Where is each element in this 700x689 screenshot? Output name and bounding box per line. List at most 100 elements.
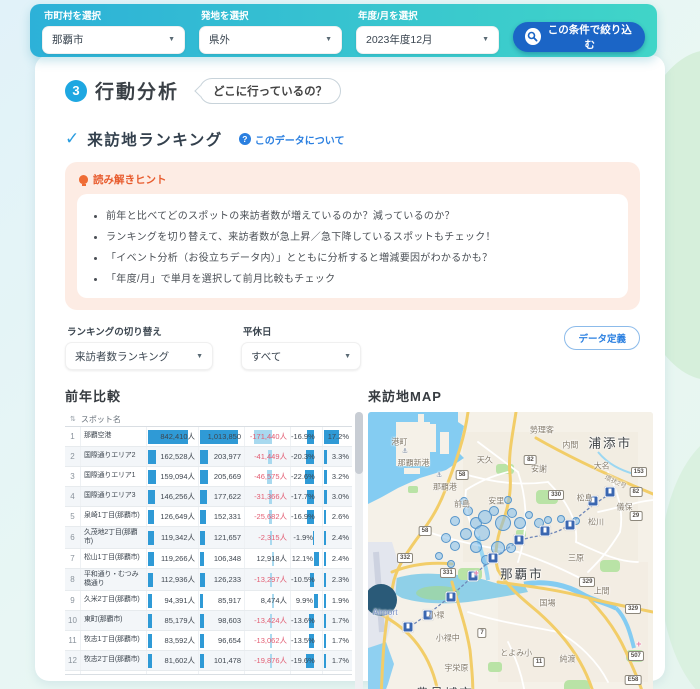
- decorative-blob: [660, 430, 700, 689]
- table-row[interactable]: 12牧志2丁目(那覇市)81,602人101,478-19,876人-19.6%…: [65, 651, 352, 671]
- monorail-station-icon: [514, 535, 525, 546]
- rank-cell: 7: [65, 549, 80, 568]
- road-shield: 507: [628, 651, 644, 661]
- pct-cell: -17.7%: [290, 487, 322, 506]
- check-icon: ✓: [65, 129, 79, 149]
- table-row[interactable]: 6久茂地2丁目(那覇市)119,342人121,657-2,315人-1.9%2…: [65, 527, 352, 549]
- filter-submit-button[interactable]: この条件で絞り込む: [513, 22, 645, 52]
- table-row[interactable]: 3国際通りエリア1159,094人205,669-46,575人-22.6%3.…: [65, 467, 352, 487]
- diff-cell: -19,876人: [244, 651, 290, 670]
- pct-cell: 9.9%: [290, 591, 322, 610]
- table-row[interactable]: 10東町(那覇市)85,179人98,603-13,424人-13.6%1.7%: [65, 611, 352, 631]
- table-row[interactable]: 4国際通りエリア3146,256人177,622-31,366人-17.7%3.…: [65, 487, 352, 507]
- road-shield: 332: [397, 553, 413, 563]
- day-type-select[interactable]: すべて ▼: [241, 342, 361, 370]
- municipality-select[interactable]: 那覇市 ▼: [42, 26, 185, 54]
- table-row[interactable]: 8平和通り・むつみ橋通り112,936人126,233-13,297人-10.5…: [65, 569, 352, 591]
- ranking-switch-select[interactable]: 来訪者数ランキング ▼: [65, 342, 213, 370]
- map-marker[interactable]: [514, 517, 526, 529]
- diff-cell: 12,918人: [244, 549, 290, 568]
- ranking-switch-group: ランキングの切り替え 来訪者数ランキング ▼: [65, 324, 213, 370]
- period-label: 年度/月を選択: [358, 8, 499, 22]
- footer-col-visitors: 来訪者数: [146, 680, 198, 689]
- hint-list-panel: 前年と比べてどのスポットの来訪者数が増えているのか？減っているのか？ ランキング…: [77, 194, 628, 298]
- comparison-table-header[interactable]: ⇅ スポット名: [65, 412, 352, 427]
- ranking-switch-label: ランキングの切り替え: [67, 324, 213, 338]
- table-row[interactable]: 7松山1丁目(那覇市)119,266人106,34812,918人12.1%2.…: [65, 549, 352, 569]
- rank-cell: 2: [65, 447, 80, 466]
- municipality-filter: 市町村を選択 那覇市 ▼: [42, 8, 185, 54]
- data-definition-button[interactable]: データ定義: [564, 326, 640, 350]
- map-label: 松島: [577, 493, 593, 504]
- map-label: 宇栄原: [444, 663, 468, 674]
- anchor-icon: ⚓: [436, 471, 442, 479]
- map-marker[interactable]: [450, 541, 460, 551]
- map-marker[interactable]: [504, 496, 512, 504]
- rank-cell: 10: [65, 611, 80, 630]
- table-row[interactable]: 1那覇空港842,410人1,013,850-171,440人-16.9%17.…: [65, 427, 352, 447]
- road-shield: 82: [630, 487, 643, 497]
- map-marker[interactable]: [450, 516, 460, 526]
- footer-col-comp: 構成比: [322, 680, 352, 689]
- map-marker[interactable]: [489, 506, 499, 516]
- diff-cell: [244, 671, 290, 674]
- ranking-title: 来訪地ランキング: [87, 128, 223, 150]
- hint-title: 読み解きヒント: [93, 172, 167, 187]
- map-marker[interactable]: [525, 511, 533, 519]
- table-scrollbar-thumb[interactable]: [355, 412, 363, 474]
- map-marker[interactable]: [557, 515, 565, 523]
- diff-cell: -13,424人: [244, 611, 290, 630]
- map-marker[interactable]: [470, 541, 482, 553]
- rank-cell: 11: [65, 631, 80, 650]
- map-marker[interactable]: [441, 533, 451, 543]
- spot-name-header: スポット名: [81, 414, 121, 425]
- map-label: 安里: [488, 496, 504, 507]
- map-label: 那覇新港: [398, 457, 430, 468]
- diff-cell: -13,062人: [244, 631, 290, 650]
- hint-list: 前年と比べてどのスポットの来訪者数が増えているのか？減っているのか？ ランキング…: [93, 207, 612, 285]
- origin-select[interactable]: 県外 ▼: [199, 26, 342, 54]
- spot-name-cell: 平和通り・むつみ橋通り: [80, 569, 146, 590]
- diff-cell: -41,449人: [244, 447, 290, 466]
- map-panel: 来訪地MAP: [368, 386, 653, 689]
- map-marker[interactable]: [474, 525, 490, 541]
- period-select[interactable]: 2023年度12月 ▼: [356, 26, 499, 54]
- monorail-station-icon: [402, 621, 413, 632]
- comp-cell: 2.3%: [322, 569, 352, 590]
- spot-name-cell: 東町(那覇市): [80, 611, 146, 630]
- anchor-icon: ⚓: [402, 447, 408, 455]
- map-marker[interactable]: [447, 560, 455, 568]
- map-label: 純渡: [560, 654, 576, 665]
- map-label: 浦添市: [588, 432, 632, 451]
- footer-col-prev: 前年(来訪者数): [198, 680, 244, 689]
- table-row[interactable]: 2国際通りエリア2162,528人203,977-41,449人-20.3%3.…: [65, 447, 352, 467]
- spot-name-cell: 牧志1丁目(那覇市): [80, 631, 146, 650]
- diff-cell: -2,315人: [244, 527, 290, 548]
- search-icon: [525, 28, 541, 45]
- filter-bar: 市町村を選択 那覇市 ▼ 発地を選択 県外 ▼ 年度/月を選択 2023年度12…: [30, 4, 657, 57]
- table-row[interactable]: 9久米2丁目(那覇市)94,391人85,9178,474人9.9%1.9%: [65, 591, 352, 611]
- map-marker[interactable]: [435, 552, 443, 560]
- pct-cell: -22.6%: [290, 467, 322, 486]
- comparison-title: 前年比較: [65, 386, 352, 405]
- road-shield: 58: [456, 470, 469, 480]
- rank-cell: 4: [65, 487, 80, 506]
- table-row[interactable]: 5泉崎1丁目(那覇市)126,649人152,331-25,682人-16.9%…: [65, 507, 352, 527]
- hint-item: 前年と比べてどのスポットの来訪者数が増えているのか？減っているのか？: [106, 207, 612, 222]
- table-row[interactable]: 11牧志1丁目(那覇市)83,592人96,654-13,062人-13.5%1…: [65, 631, 352, 651]
- comp-cell: 2.4%: [322, 549, 352, 568]
- road-shield: 153: [631, 467, 647, 477]
- spot-name-cell: 久茂地2丁目(那覇市): [80, 527, 146, 548]
- map-marker[interactable]: [544, 516, 552, 524]
- about-data-link[interactable]: ? このデータについて: [239, 132, 345, 147]
- visit-map[interactable]: 8258330153822958332331329329711507E58E58…: [368, 412, 653, 689]
- chevron-down-icon: ▼: [325, 36, 332, 43]
- visitors-cell: 119,342人: [146, 527, 198, 548]
- map-marker[interactable]: [460, 528, 472, 540]
- road-shield: 330: [548, 490, 564, 500]
- map-label: 那覇港: [433, 481, 457, 492]
- map-marker[interactable]: [507, 508, 517, 518]
- comparison-panel: 前年比較 ⇅ スポット名 1那覇空港842,410人1,013,850-171,…: [65, 386, 352, 689]
- table-scrollbar[interactable]: [355, 412, 363, 689]
- diff-cell: -171,440人: [244, 427, 290, 446]
